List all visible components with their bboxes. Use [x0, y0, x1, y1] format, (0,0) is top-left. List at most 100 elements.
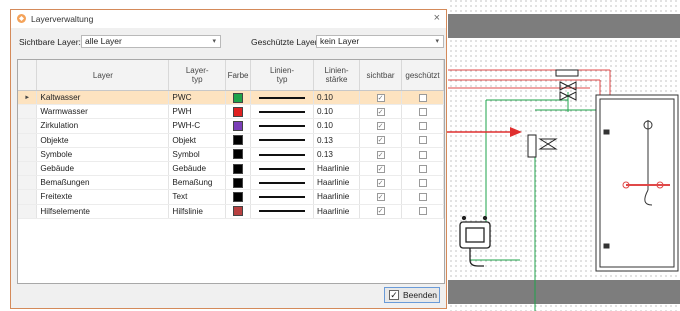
color-cell[interactable] — [225, 90, 252, 106]
color-cell[interactable] — [225, 175, 252, 191]
layer-type-cell[interactable]: PWH-C — [168, 118, 226, 134]
protected-checkbox[interactable] — [418, 193, 427, 202]
row-indicator[interactable] — [18, 161, 38, 177]
close-icon[interactable]: × — [434, 12, 440, 24]
layer-type-cell[interactable]: PWH — [168, 104, 226, 120]
layer-row[interactable]: Gebäude Gebäude Haarlinie ✓ — [18, 161, 444, 177]
layer-name-cell[interactable]: Freitexte — [36, 189, 170, 205]
row-indicator[interactable] — [18, 189, 38, 205]
row-indicator[interactable] — [18, 175, 38, 191]
protected-cell[interactable] — [401, 133, 444, 148]
visible-column-header[interactable]: sichtbar — [359, 60, 403, 91]
line-width-cell[interactable]: Haarlinie — [313, 189, 361, 205]
layer-name-cell[interactable]: Warmwasser — [36, 104, 170, 120]
color-cell[interactable] — [225, 133, 252, 148]
protected-checkbox[interactable] — [418, 179, 427, 188]
layer-name-cell[interactable]: Bemaßungen — [36, 175, 170, 191]
layer-type-cell[interactable]: Objekt — [168, 133, 226, 148]
visible-checkbox[interactable]: ✓ — [376, 136, 385, 145]
layer-column-header[interactable]: Layer — [36, 60, 170, 91]
layer-grid[interactable]: Layer Layer-typ Farbe Linien-typ Linien-… — [17, 59, 445, 284]
visible-cell[interactable]: ✓ — [359, 175, 403, 191]
line-type-column-header[interactable]: Linien-typ — [250, 60, 314, 91]
line-width-cell[interactable]: 0.10 — [313, 104, 361, 120]
row-indicator[interactable] — [18, 204, 38, 219]
protected-checkbox[interactable] — [418, 136, 427, 145]
line-width-column-header[interactable]: Linien-stärke — [313, 60, 361, 91]
visible-checkbox[interactable]: ✓ — [376, 93, 385, 102]
visible-checkbox[interactable]: ✓ — [376, 207, 385, 216]
protected-checkbox[interactable] — [418, 164, 427, 173]
color-cell[interactable] — [225, 189, 252, 205]
protected-cell[interactable] — [401, 189, 444, 205]
color-cell[interactable] — [225, 147, 252, 162]
layer-type-cell[interactable]: Hilfslinie — [168, 204, 226, 219]
color-cell[interactable] — [225, 104, 252, 120]
line-type-cell[interactable] — [250, 133, 314, 148]
visible-checkbox[interactable]: ✓ — [376, 193, 385, 202]
color-cell[interactable] — [225, 204, 252, 219]
visible-checkbox[interactable]: ✓ — [376, 108, 385, 117]
protected-checkbox[interactable] — [418, 108, 427, 117]
layer-name-cell[interactable]: Symbole — [36, 147, 170, 162]
layer-type-cell[interactable]: Symbol — [168, 147, 226, 162]
layer-name-cell[interactable]: Objekte — [36, 133, 170, 148]
visible-checkbox[interactable]: ✓ — [376, 150, 385, 159]
layer-row[interactable]: Bemaßungen Bemaßung Haarlinie ✓ — [18, 175, 444, 191]
line-width-cell[interactable]: Haarlinie — [313, 161, 361, 177]
line-width-cell[interactable]: Haarlinie — [313, 204, 361, 219]
visible-cell[interactable]: ✓ — [359, 118, 403, 134]
visible-cell[interactable]: ✓ — [359, 204, 403, 219]
layer-type-cell[interactable]: Gebäude — [168, 161, 226, 177]
layer-row[interactable]: Zirkulation PWH-C 0.10 ✓ — [18, 118, 444, 134]
layer-name-cell[interactable]: Zirkulation — [36, 118, 170, 134]
protected-checkbox[interactable] — [418, 150, 427, 159]
color-swatch[interactable] — [233, 135, 244, 146]
visible-checkbox[interactable]: ✓ — [376, 164, 385, 173]
layer-name-cell[interactable]: Hilfselemente — [36, 204, 170, 219]
visible-cell[interactable]: ✓ — [359, 133, 403, 148]
protected-checkbox[interactable] — [418, 207, 427, 216]
layer-row[interactable]: ► Kaltwasser PWC 0.10 ✓ — [18, 90, 444, 106]
protected-column-header[interactable]: geschützt — [401, 60, 444, 91]
line-type-cell[interactable] — [250, 90, 314, 106]
layer-name-cell[interactable]: Gebäude — [36, 161, 170, 177]
line-type-cell[interactable] — [250, 175, 314, 191]
color-column-header[interactable]: Farbe — [225, 60, 252, 91]
line-type-cell[interactable] — [250, 104, 314, 120]
visible-cell[interactable]: ✓ — [359, 147, 403, 162]
protected-checkbox[interactable] — [418, 122, 427, 131]
line-width-cell[interactable]: 0.10 — [313, 118, 361, 134]
layer-row[interactable]: Objekte Objekt 0.13 ✓ — [18, 133, 444, 148]
line-width-cell[interactable]: 0.13 — [313, 133, 361, 148]
layer-type-cell[interactable]: Text — [168, 189, 226, 205]
color-swatch[interactable] — [233, 106, 244, 117]
visible-checkbox[interactable]: ✓ — [376, 179, 385, 188]
color-cell[interactable] — [225, 161, 252, 177]
color-swatch[interactable] — [233, 120, 244, 131]
row-indicator[interactable]: ► — [18, 90, 38, 106]
line-width-cell[interactable]: 0.10 — [313, 90, 361, 106]
color-swatch[interactable] — [233, 177, 244, 188]
color-swatch[interactable] — [233, 163, 244, 174]
visible-checkbox[interactable]: ✓ — [376, 122, 385, 131]
layer-type-cell[interactable]: PWC — [168, 90, 226, 106]
row-indicator[interactable] — [18, 118, 38, 134]
protected-cell[interactable] — [401, 90, 444, 106]
protected-cell[interactable] — [401, 118, 444, 134]
row-indicator[interactable] — [18, 133, 38, 148]
line-type-cell[interactable] — [250, 204, 314, 219]
line-width-cell[interactable]: Haarlinie — [313, 175, 361, 191]
color-cell[interactable] — [225, 118, 252, 134]
layer-row[interactable]: Freitexte Text Haarlinie ✓ — [18, 189, 444, 205]
line-type-cell[interactable] — [250, 118, 314, 134]
protected-layer-select[interactable]: kein Layer ▾ — [316, 35, 444, 48]
color-swatch[interactable] — [233, 149, 244, 160]
layer-row[interactable]: Symbole Symbol 0.13 ✓ — [18, 147, 444, 162]
line-type-cell[interactable] — [250, 161, 314, 177]
protected-cell[interactable] — [401, 204, 444, 219]
color-swatch[interactable] — [233, 191, 244, 202]
line-type-cell[interactable] — [250, 189, 314, 205]
layer-type-cell[interactable]: Bemaßung — [168, 175, 226, 191]
color-swatch[interactable] — [233, 92, 244, 103]
